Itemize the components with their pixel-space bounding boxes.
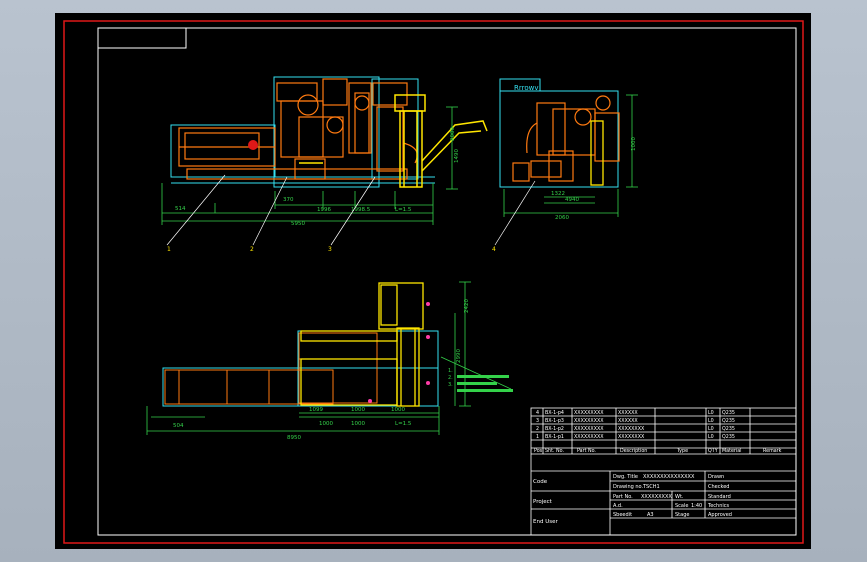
pos-cell: 3 [536,418,539,424]
dim-label: 8950 [287,435,301,441]
header-cell: Material [722,448,742,454]
view-label: Rrrowv [514,84,539,92]
code-cell: BX-1-p1 [545,434,564,440]
field-value: XXXXXXXXX [641,494,672,500]
front-view: 514 370 1996 1998.5 L=1.5 5950 2000 1490… [161,76,488,253]
field-label: Wt. [675,494,684,500]
header-cell: Type [676,448,688,454]
dim-label: L=1.5 [395,207,412,213]
dim-label: 2060 [555,215,569,221]
field-value: TSCH1 [642,484,660,490]
desc-cell: XXXXXX [618,410,638,416]
field-label: Scale [675,503,688,509]
project-label: Project [533,499,553,505]
field-value: A3 [647,512,654,518]
desc-cell: XXXXXX [618,418,638,424]
field-label: Stage [675,512,689,518]
field-label: Technics [707,503,730,509]
desc-cell: XXXXXXXX [618,434,645,440]
note-line: 2. [448,375,453,381]
dim-label: 370 [283,197,294,203]
dim-label: 2990 [456,349,462,363]
part-cell: XXXXXXXXX [574,418,604,424]
code-label: Code [533,479,548,485]
field-label: Drawing no. [613,484,644,490]
dim-label: 504 [173,423,184,429]
dim-label: 1099 [309,407,323,413]
mat-cell: Q235 [722,434,735,440]
part-cell: XXXXXXXXX [574,410,604,416]
header-cell: Pos [534,448,543,454]
code-cell: BX-1-p2 [545,426,564,432]
dim-label: 4940 [565,197,579,203]
desc-cell: XXXXXXXX [618,426,645,432]
header-cell: Description [620,448,647,454]
field-label: A.d. [613,503,623,509]
mat-cell: Q235 [722,418,735,424]
motor-icon [248,140,258,150]
cad-viewport[interactable]: 514 370 1996 1998.5 L=1.5 5950 2000 1490… [55,13,811,549]
mat-cell: Q235 [722,426,735,432]
qty-cell: L0 [708,426,714,432]
title-block: 4 BX-1-p4 XXXXXXXXX XXXXXX L0 Q235 3 BX-… [530,407,797,536]
header-cell: QTY [708,448,718,454]
field-label: Approved [708,512,732,518]
callout-label: 2 [250,246,254,253]
note-line: 1. [448,368,453,374]
dim-label: L=1.5 [395,421,412,427]
qty-cell: L0 [708,410,714,416]
part-cell: XXXXXXXXX [574,434,604,440]
dim-label: 5950 [291,221,305,227]
dim-label: 1000 [319,421,333,427]
dim-label: 2000 [450,127,456,141]
field-label: Standard [708,494,731,500]
field-value: 1:40 [691,503,702,509]
mat-cell: Q235 [722,410,735,416]
dim-label: 1000 [351,407,365,413]
note-line: 3. [448,382,453,388]
inner-frame [97,27,797,536]
field-label: Drawn [708,474,724,480]
dim-label: 1000 [351,421,365,427]
dim-label: 1490 [454,149,460,163]
callout-label: 4 [492,246,496,253]
pos-cell: 2 [536,426,539,432]
pos-cell: 4 [536,410,539,416]
side-view: Rrrowv 1322 4940 2060 1000 4 [492,78,638,253]
field-label: Part No. [613,494,633,500]
dim-label: 514 [175,206,186,212]
header-cell: Sht. No. [545,448,564,454]
callout-label: 3 [328,246,332,253]
field-value: XXXXXXXXXXXXXXX [643,474,695,480]
outer-border [63,20,804,544]
callout-label: 1 [167,246,171,253]
dim-label: 2420 [464,299,470,313]
qty-cell: L0 [708,434,714,440]
dim-label: 1000 [631,137,637,151]
field-label: Dwg. Title [613,474,638,480]
corner-stamp-box [97,27,187,49]
qty-cell: L0 [708,418,714,424]
dim-label: 1322 [551,191,565,197]
header-cell: Remark [763,448,782,454]
field-label: Checked [708,484,729,490]
part-cell: XXXXXXXXX [574,426,604,432]
cad-drawing: 514 370 1996 1998.5 L=1.5 5950 2000 1490… [63,20,804,544]
end-user-label: End User [533,519,558,525]
dim-label: 1996 [317,207,331,213]
code-cell: BX-1-p4 [545,410,564,416]
plan-view: 504 8950 1099 1000 1000 L=1.5 1000 1000 … [146,281,513,441]
header-cell: Part No. [577,448,596,454]
dim-label: 1000 [391,407,405,413]
field-label: Sbeedit [613,512,632,518]
pos-cell: 1 [536,434,539,440]
code-cell: BX-1-p3 [545,418,564,424]
